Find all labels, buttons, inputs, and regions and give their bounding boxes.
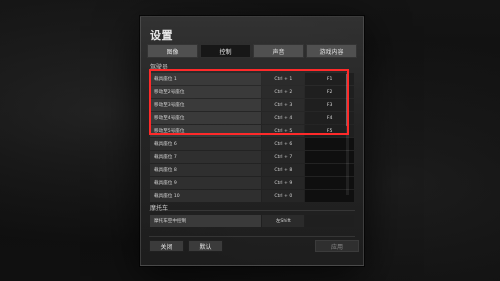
action-name: 载具座位 9 [150, 177, 262, 189]
table-row[interactable]: 载具座位 7 Ctrl + 7 [150, 151, 354, 163]
action-name: 载具座位 6 [150, 138, 262, 150]
dialog-title: 设置 [150, 29, 173, 42]
keybind-scrollbar[interactable] [346, 72, 349, 195]
settings-tabs: 图像 控制 声音 游戏内容 [147, 44, 357, 58]
keybind-secondary[interactable] [305, 215, 354, 227]
scroll-thumb[interactable] [346, 74, 349, 126]
keybind-primary[interactable]: Ctrl + 8 [262, 164, 305, 176]
section-label-motorcycle: 摩托车 [150, 205, 169, 212]
table-row[interactable]: 移动至2号座位 Ctrl + 2 F2 [150, 86, 354, 98]
keybind-primary[interactable]: Ctrl + 6 [262, 138, 305, 150]
table-row[interactable]: 摩托车空中控制 左Shift [150, 215, 354, 227]
table-row[interactable]: 载具座位 8 Ctrl + 8 [150, 164, 354, 176]
footer-divider [149, 236, 355, 237]
action-name: 载具座位 1 [150, 73, 262, 85]
motorcycle-keybind-list: 摩托车空中控制 左Shift [150, 215, 354, 228]
action-name: 移动至2号座位 [150, 86, 262, 98]
keybind-list: 载具座位 1 Ctrl + 1 F1 移动至2号座位 Ctrl + 2 F2 移… [150, 73, 354, 210]
keybind-primary[interactable]: Ctrl + 9 [262, 177, 305, 189]
section-label-driver: 驾驶员 [150, 64, 169, 71]
action-name: 载具座位 7 [150, 151, 262, 163]
default-button[interactable]: 默认 [188, 240, 223, 252]
action-name: 载具座位 10 [150, 190, 262, 202]
action-name: 载具座位 8 [150, 164, 262, 176]
keybind-primary[interactable]: Ctrl + 4 [262, 112, 305, 124]
table-row[interactable]: 移动至3号座位 Ctrl + 3 F3 [150, 99, 354, 111]
section-divider [149, 210, 355, 211]
table-row[interactable]: 载具座位 9 Ctrl + 9 [150, 177, 354, 189]
action-name: 移动至4号座位 [150, 112, 262, 124]
table-row[interactable]: 载具座位 1 Ctrl + 1 F1 [150, 73, 354, 85]
keybind-primary[interactable]: 左Shift [262, 215, 305, 227]
keybind-primary[interactable]: Ctrl + 7 [262, 151, 305, 163]
keybind-primary[interactable]: Ctrl + 5 [262, 125, 305, 137]
apply-button[interactable]: 应用 [315, 240, 359, 252]
keybind-primary[interactable]: Ctrl + 2 [262, 86, 305, 98]
keybind-primary[interactable]: Ctrl + 1 [262, 73, 305, 85]
table-row[interactable]: 移动至5号座位 Ctrl + 5 F5 [150, 125, 354, 137]
tab-controls[interactable]: 控制 [200, 44, 251, 58]
action-name: 移动至3号座位 [150, 99, 262, 111]
keybind-primary[interactable]: Ctrl + 0 [262, 190, 305, 202]
close-button[interactable]: 关闭 [149, 240, 184, 252]
tab-gameplay[interactable]: 游戏内容 [306, 44, 357, 58]
action-name: 移动至5号座位 [150, 125, 262, 137]
keybind-primary[interactable]: Ctrl + 3 [262, 99, 305, 111]
settings-dialog: 设置 图像 控制 声音 游戏内容 驾驶员 载具座位 1 Ctrl + 1 F1 … [140, 16, 364, 266]
table-row[interactable]: 载具座位 10 Ctrl + 0 [150, 190, 354, 202]
action-name: 摩托车空中控制 [150, 215, 262, 227]
table-row[interactable]: 移动至4号座位 Ctrl + 4 F4 [150, 112, 354, 124]
table-row[interactable]: 载具座位 6 Ctrl + 6 [150, 138, 354, 150]
tab-audio[interactable]: 声音 [253, 44, 304, 58]
tab-graphics[interactable]: 图像 [147, 44, 198, 58]
